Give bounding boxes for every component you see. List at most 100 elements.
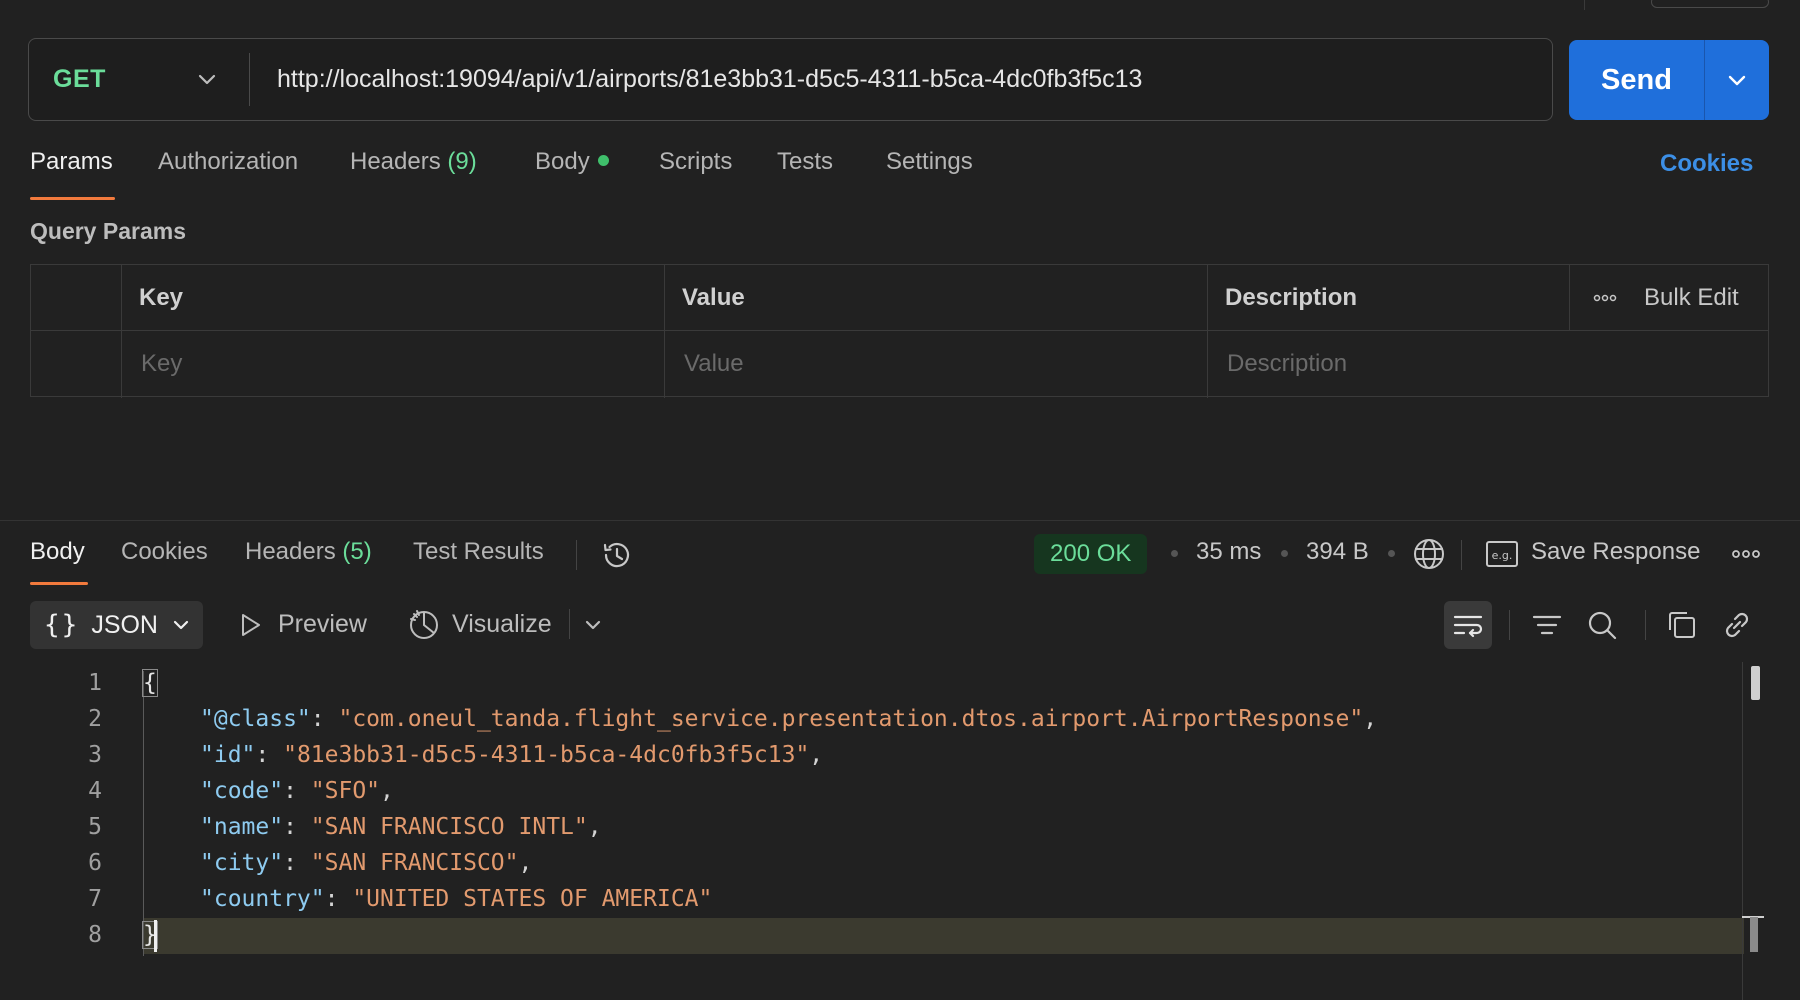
response-size[interactable]: 394 B xyxy=(1306,538,1369,566)
code-line[interactable]: "name": "SAN FRANCISCO INTL", xyxy=(200,814,602,840)
copy-icon[interactable] xyxy=(1665,608,1699,642)
response-tab-headers-count: (5) xyxy=(342,538,372,565)
globe-icon[interactable] xyxy=(1411,536,1447,572)
tab-settings[interactable]: Settings xyxy=(886,148,973,176)
http-method-select[interactable]: GET xyxy=(53,39,106,120)
json-value: "81e3bb31-d5c5-4311-b5ca-4dc0fb3f5c13" xyxy=(283,742,810,768)
toolbar-separator xyxy=(1509,610,1510,640)
request-bar: GET http://localhost:19094/api/v1/airpor… xyxy=(28,38,1553,121)
param-key-input[interactable]: Key xyxy=(141,331,182,397)
top-toolbar-button[interactable] xyxy=(1651,0,1769,8)
json-colon: : xyxy=(255,742,284,768)
tab-body-label: Body xyxy=(535,148,590,175)
top-divider xyxy=(1584,0,1585,10)
json-comma: , xyxy=(1363,706,1378,732)
response-tab-headers[interactable]: Headers (5) xyxy=(245,538,372,566)
column-divider xyxy=(1207,265,1208,398)
chevron-down-icon[interactable] xyxy=(582,614,604,636)
code-line[interactable]: "country": "UNITED STATES OF AMERICA" xyxy=(200,886,712,912)
save-response-button[interactable]: Save Response xyxy=(1531,538,1700,566)
json-comma: , xyxy=(518,850,533,876)
format-label: JSON xyxy=(91,610,158,639)
send-button[interactable]: Send xyxy=(1569,40,1704,120)
tab-authorization[interactable]: Authorization xyxy=(158,148,298,176)
preview-button[interactable]: Preview xyxy=(278,610,367,639)
more-options-icon[interactable] xyxy=(1731,549,1761,559)
history-icon[interactable] xyxy=(599,537,635,573)
link-icon[interactable] xyxy=(1720,608,1754,642)
search-icon[interactable] xyxy=(1585,608,1619,642)
tab-headers[interactable]: Headers (9) xyxy=(350,148,477,176)
tab-headers-label: Headers xyxy=(350,148,441,175)
response-tab-test-results[interactable]: Test Results xyxy=(413,538,544,566)
meta-dot xyxy=(1171,550,1178,557)
response-tab-body[interactable]: Body xyxy=(30,538,85,566)
code-line[interactable]: "code": "SFO", xyxy=(200,778,394,804)
bulk-edit-button[interactable]: Bulk Edit xyxy=(1644,265,1739,331)
filter-icon[interactable] xyxy=(1530,608,1564,642)
param-value-input[interactable]: Value xyxy=(684,331,744,397)
json-comma: , xyxy=(587,814,602,840)
json-comma: , xyxy=(809,742,824,768)
table-header-row xyxy=(31,265,1768,331)
json-key: "country" xyxy=(200,886,325,912)
json-key: "id" xyxy=(200,742,256,768)
chevron-down-icon xyxy=(173,620,189,630)
json-braces-icon: {} xyxy=(44,610,80,640)
tab-scripts[interactable]: Scripts xyxy=(659,148,732,176)
query-params-title: Query Params xyxy=(30,218,186,244)
json-key: "city" xyxy=(200,850,284,876)
cursor-position-marker xyxy=(1742,916,1764,952)
column-divider xyxy=(664,265,665,398)
json-colon: : xyxy=(283,778,311,804)
line-number: 2 xyxy=(88,706,102,732)
json-colon: : xyxy=(283,814,311,840)
json-colon: : xyxy=(310,706,339,732)
chevron-down-icon[interactable] xyxy=(193,65,221,93)
chevron-down-icon xyxy=(1728,75,1746,86)
json-value: "SAN FRANCISCO INTL" xyxy=(310,814,588,840)
line-number: 3 xyxy=(88,742,102,768)
json-colon: : xyxy=(283,850,311,876)
wrap-lines-icon xyxy=(1453,615,1483,638)
wrap-lines-button[interactable] xyxy=(1444,601,1492,649)
editor-scrollbar-thumb[interactable] xyxy=(1751,666,1760,700)
column-header-key: Key xyxy=(139,284,184,311)
response-tab-cookies[interactable]: Cookies xyxy=(121,538,208,566)
column-divider xyxy=(121,265,122,398)
line-number: 8 xyxy=(88,922,102,948)
json-value: "com.oneul_tanda.flight_service.presenta… xyxy=(338,706,1364,732)
response-tabs-separator xyxy=(576,540,577,570)
visualize-button[interactable]: Visualize xyxy=(452,610,552,639)
response-tab-headers-label: Headers xyxy=(245,538,336,565)
line-number: 6 xyxy=(88,850,102,876)
code-line[interactable]: "@class": "com.oneul_tanda.flight_servic… xyxy=(200,706,1377,732)
format-select[interactable]: {} JSON xyxy=(30,601,203,649)
response-time[interactable]: 35 ms xyxy=(1196,538,1261,566)
tab-params[interactable]: Params xyxy=(30,148,113,176)
request-bar-separator xyxy=(249,53,250,106)
param-description-input[interactable]: Description xyxy=(1227,331,1347,397)
cookies-link[interactable]: Cookies xyxy=(1660,150,1753,178)
meta-dot xyxy=(1388,550,1395,557)
line-number: 5 xyxy=(88,814,102,840)
url-input[interactable]: http://localhost:19094/api/v1/airports/8… xyxy=(277,39,1142,120)
send-options-button[interactable] xyxy=(1705,40,1769,120)
json-value: "UNITED STATES OF AMERICA" xyxy=(352,886,713,912)
more-options-icon[interactable] xyxy=(1593,293,1617,303)
code-line[interactable]: "id": "81e3bb31-d5c5-4311-b5ca-4dc0fb3f5… xyxy=(200,742,823,768)
body-modified-dot xyxy=(597,155,609,167)
code-line[interactable]: "city": "SAN FRANCISCO", xyxy=(200,850,532,876)
line-number: 1 xyxy=(88,670,102,696)
json-comma: , xyxy=(380,778,394,804)
json-key: "name" xyxy=(200,814,284,840)
svg-text:e.g.: e.g. xyxy=(1492,549,1513,562)
tab-body[interactable]: Body xyxy=(535,148,609,176)
status-badge[interactable]: 200 OK xyxy=(1034,534,1148,574)
line-number: 7 xyxy=(88,886,102,912)
tab-tests[interactable]: Tests xyxy=(777,148,833,176)
toolbar-separator xyxy=(1645,610,1646,640)
json-value: "SAN FRANCISCO" xyxy=(310,850,519,876)
json-key: "code" xyxy=(200,778,284,804)
visualize-icon xyxy=(410,610,438,639)
